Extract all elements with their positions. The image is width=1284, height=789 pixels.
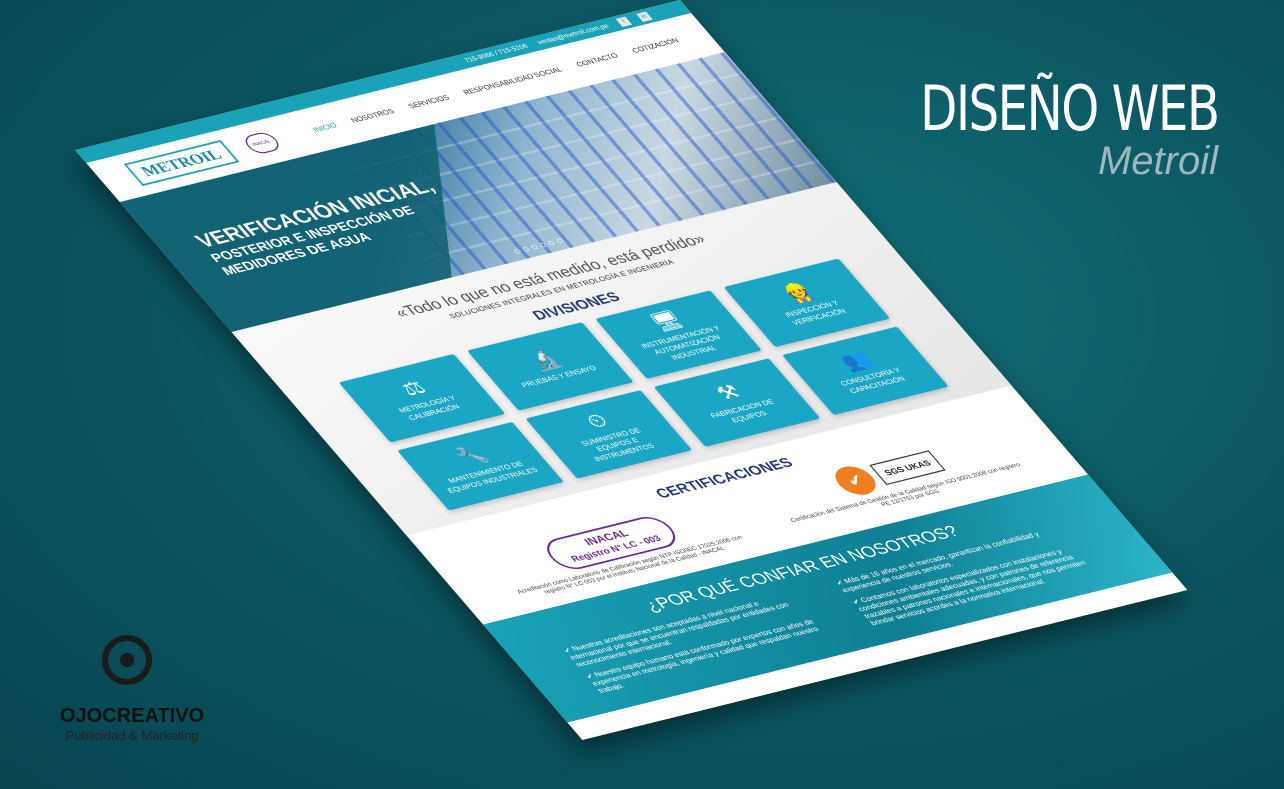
nav-cotizacion[interactable]: COTIZACIÓN xyxy=(630,37,681,55)
presentation-subtitle: Metroil xyxy=(1097,139,1218,183)
technician-icon: 🔧 xyxy=(451,443,494,470)
slider-dot[interactable] xyxy=(521,246,531,252)
slider-dot[interactable] xyxy=(513,248,522,254)
welder-icon: ⚒ xyxy=(711,381,747,405)
computer-icon: 🖥 xyxy=(645,308,689,334)
agency-logo: OJOCREATIVO Publicidad & Marketing xyxy=(60,625,204,743)
presentation-heading: DISEÑO WEB Metroil xyxy=(836,72,1220,184)
inspector-icon: 👷 xyxy=(777,280,820,306)
division-label: Suministro de Equipos e Instrumentos xyxy=(578,426,657,463)
nav-servicios[interactable]: SERVICIOS xyxy=(406,93,451,110)
presentation-title: DISEÑO WEB xyxy=(919,72,1220,145)
sgs-ukas-logo-text: SGS UKAS xyxy=(869,450,946,485)
gauge-icon: ⏲ xyxy=(580,409,614,433)
nav-nosotros[interactable]: NOSOTROS xyxy=(349,107,397,124)
slider-dot[interactable] xyxy=(547,240,556,246)
slider-dot[interactable] xyxy=(530,244,539,250)
mascot-icon xyxy=(72,625,192,705)
division-label: Fabricación de Equipos xyxy=(708,397,777,425)
slider-dot[interactable] xyxy=(555,238,564,244)
nav-responsabilidad[interactable]: RESPONSABILIDAD SOCIAL xyxy=(461,65,564,96)
slider-dot[interactable] xyxy=(538,242,548,248)
why-list-right: Más de 16 años en el mercado, garantizan… xyxy=(834,522,1115,633)
microscope-icon: 🔬 xyxy=(524,347,567,374)
facebook-icon[interactable]: f xyxy=(615,16,633,27)
nav-inicio[interactable]: INICIO xyxy=(311,121,339,134)
agency-name: OJOCREATIVO xyxy=(60,705,205,727)
linkedin-icon[interactable]: in xyxy=(636,11,653,22)
division-label: Metrología y Calibración xyxy=(396,394,462,422)
nav-contacto[interactable]: CONTACTO xyxy=(574,52,620,69)
agency-tagline: Publicidad & Marketing xyxy=(65,728,199,743)
why-list-left: Nuestras acreditaciones son aceptadas a … xyxy=(562,589,843,700)
scale-icon: ⚖ xyxy=(396,376,432,401)
team-icon: 👥 xyxy=(835,348,878,374)
inacal-badge: INACAL xyxy=(240,130,284,156)
division-tile[interactable]: 👥 Consultoría y Capacitación xyxy=(782,326,949,416)
